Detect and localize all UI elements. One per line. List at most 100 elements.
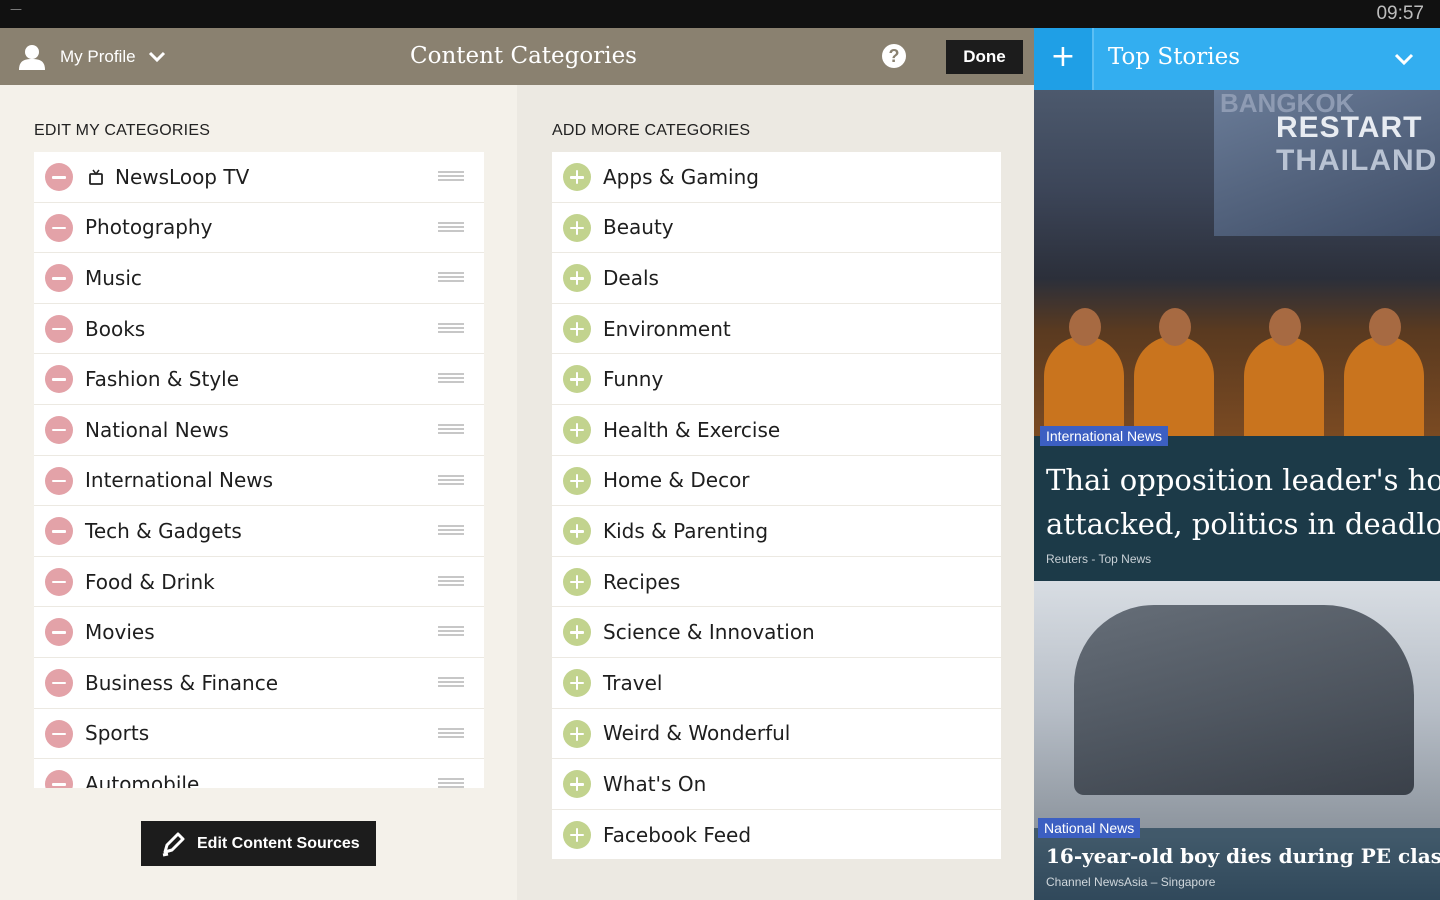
drag-handle-icon[interactable] [438,474,464,485]
remove-category-button[interactable] [45,264,73,293]
my-category-row: Business & Finance [34,657,484,709]
add-category-row[interactable]: Travel [552,657,1001,709]
my-category-row: Tech & Gadgets [34,506,484,557]
add-category-row[interactable]: Facebook Feed [552,809,1001,861]
drag-handle-icon[interactable] [438,525,464,536]
add-category-row[interactable]: Deals [552,253,1001,304]
top-stories-header: + Top Stories [1034,28,1440,90]
add-category-icon[interactable] [563,618,591,647]
category-label: Home & Decor [603,468,750,493]
story-source: Reuters - Top News [1046,552,1152,566]
remove-category-button[interactable] [45,618,73,647]
banner-text: RESTART [1276,111,1423,144]
category-label: Science & Innovation [603,620,815,645]
add-category-row[interactable]: Health & Exercise [552,404,1001,456]
add-category-icon[interactable] [563,820,591,849]
remove-category-button[interactable] [45,415,73,444]
drag-handle-icon[interactable] [438,676,464,687]
remove-category-button[interactable] [45,517,73,546]
add-category-icon[interactable] [563,770,591,799]
category-label: Food & Drink [85,569,215,594]
banner-text: THAILAND [1276,144,1438,177]
drag-handle-icon[interactable] [438,272,464,283]
drag-handle-icon[interactable] [438,221,464,232]
drag-handle-icon[interactable] [438,778,464,788]
header-divider [1092,28,1094,90]
category-label: Weird & Wonderful [603,721,791,746]
category-label: Facebook Feed [603,822,752,847]
add-category-icon[interactable] [563,264,591,293]
drag-handle-icon[interactable] [438,727,464,738]
tv-icon [89,169,103,185]
add-stream-button[interactable]: + [1034,28,1092,90]
story-photo-car [1074,605,1414,795]
my-profile-label: My Profile [60,47,136,66]
drag-handle-icon[interactable] [438,626,464,637]
add-category-row[interactable]: Recipes [552,556,1001,608]
drag-handle-icon[interactable] [438,322,464,333]
done-button[interactable]: Done [946,40,1023,74]
category-label: NewsLoop TV [115,164,250,189]
add-category-row[interactable]: Home & Decor [552,455,1001,507]
remove-category-button[interactable] [45,719,73,748]
category-label: International News [85,468,274,493]
pencil-icon [162,832,185,856]
add-category-icon[interactable] [563,163,591,191]
story-headline[interactable]: Thai opposition leader's house attacked,… [1046,458,1440,546]
category-label: Environment [603,316,731,341]
remove-category-button[interactable] [45,213,73,242]
remove-category-button[interactable] [45,365,73,394]
help-button[interactable]: ? [882,44,906,68]
category-label: Music [85,265,142,290]
add-category-icon[interactable] [563,719,591,748]
top-stories-title[interactable]: Top Stories [1108,44,1240,70]
story-category-tag: International News [1040,426,1168,446]
add-category-row[interactable]: Environment [552,303,1001,355]
category-label: Photography [85,215,213,240]
add-category-row[interactable]: Funny [552,354,1001,405]
remove-category-button[interactable] [45,314,73,343]
category-label: What's On [603,771,707,796]
edit-content-sources-button[interactable]: Edit Content Sources [141,821,376,866]
chevron-down-icon[interactable] [1394,53,1414,67]
add-category-row[interactable]: Science & Innovation [552,607,1001,658]
my-profile-button[interactable]: My Profile [18,43,166,71]
add-category-icon[interactable] [563,466,591,495]
category-label: Sports [85,721,150,746]
add-category-row[interactable]: Weird & Wonderful [552,708,1001,760]
user-icon [19,45,45,70]
story-category-tag: National News [1038,818,1141,838]
story-image[interactable]: BANGKOK RESTART THAILAND [1034,86,1440,436]
drag-handle-icon[interactable] [438,373,464,384]
add-category-row[interactable]: Apps & Gaming [552,152,1001,203]
remove-category-button[interactable] [45,668,73,697]
add-category-icon[interactable] [563,415,591,444]
add-category-row[interactable]: What's On [552,759,1001,810]
edit-content-sources-label: Edit Content Sources [197,834,360,852]
add-more-categories-title: ADD MORE CATEGORIES [552,122,751,139]
my-category-row: Photography [34,202,484,254]
remove-category-button[interactable] [45,466,73,495]
my-categories-list[interactable]: NewsLoop TV Photography Music Books Fash… [34,152,484,788]
add-category-icon[interactable] [563,365,591,394]
category-label: Fashion & Style [85,367,240,392]
category-label: Funny [603,367,664,392]
drag-handle-icon[interactable] [438,423,464,434]
add-category-icon[interactable] [563,213,591,242]
story-headline[interactable]: 16-year-old boy dies during PE class [1046,844,1440,868]
add-categories-list[interactable]: Apps & Gaming Beauty Deals Environment F… [552,152,1001,866]
add-category-row[interactable]: Beauty [552,202,1001,254]
add-category-row[interactable]: Kids & Parenting [552,506,1001,557]
remove-category-button[interactable] [45,163,73,191]
drag-handle-icon[interactable] [438,575,464,586]
add-category-icon[interactable] [563,517,591,546]
remove-category-button[interactable] [45,567,73,596]
add-category-icon[interactable] [563,314,591,343]
category-label: Recipes [603,569,681,594]
remove-category-button[interactable] [45,770,73,788]
story-source: Channel NewsAsia – Singapore [1046,875,1216,889]
add-category-icon[interactable] [563,668,591,697]
top-stories-panel: BANGKOK RESTART THAILAND International N… [1034,28,1440,900]
add-category-icon[interactable] [563,567,591,596]
drag-handle-icon[interactable] [438,171,464,181]
